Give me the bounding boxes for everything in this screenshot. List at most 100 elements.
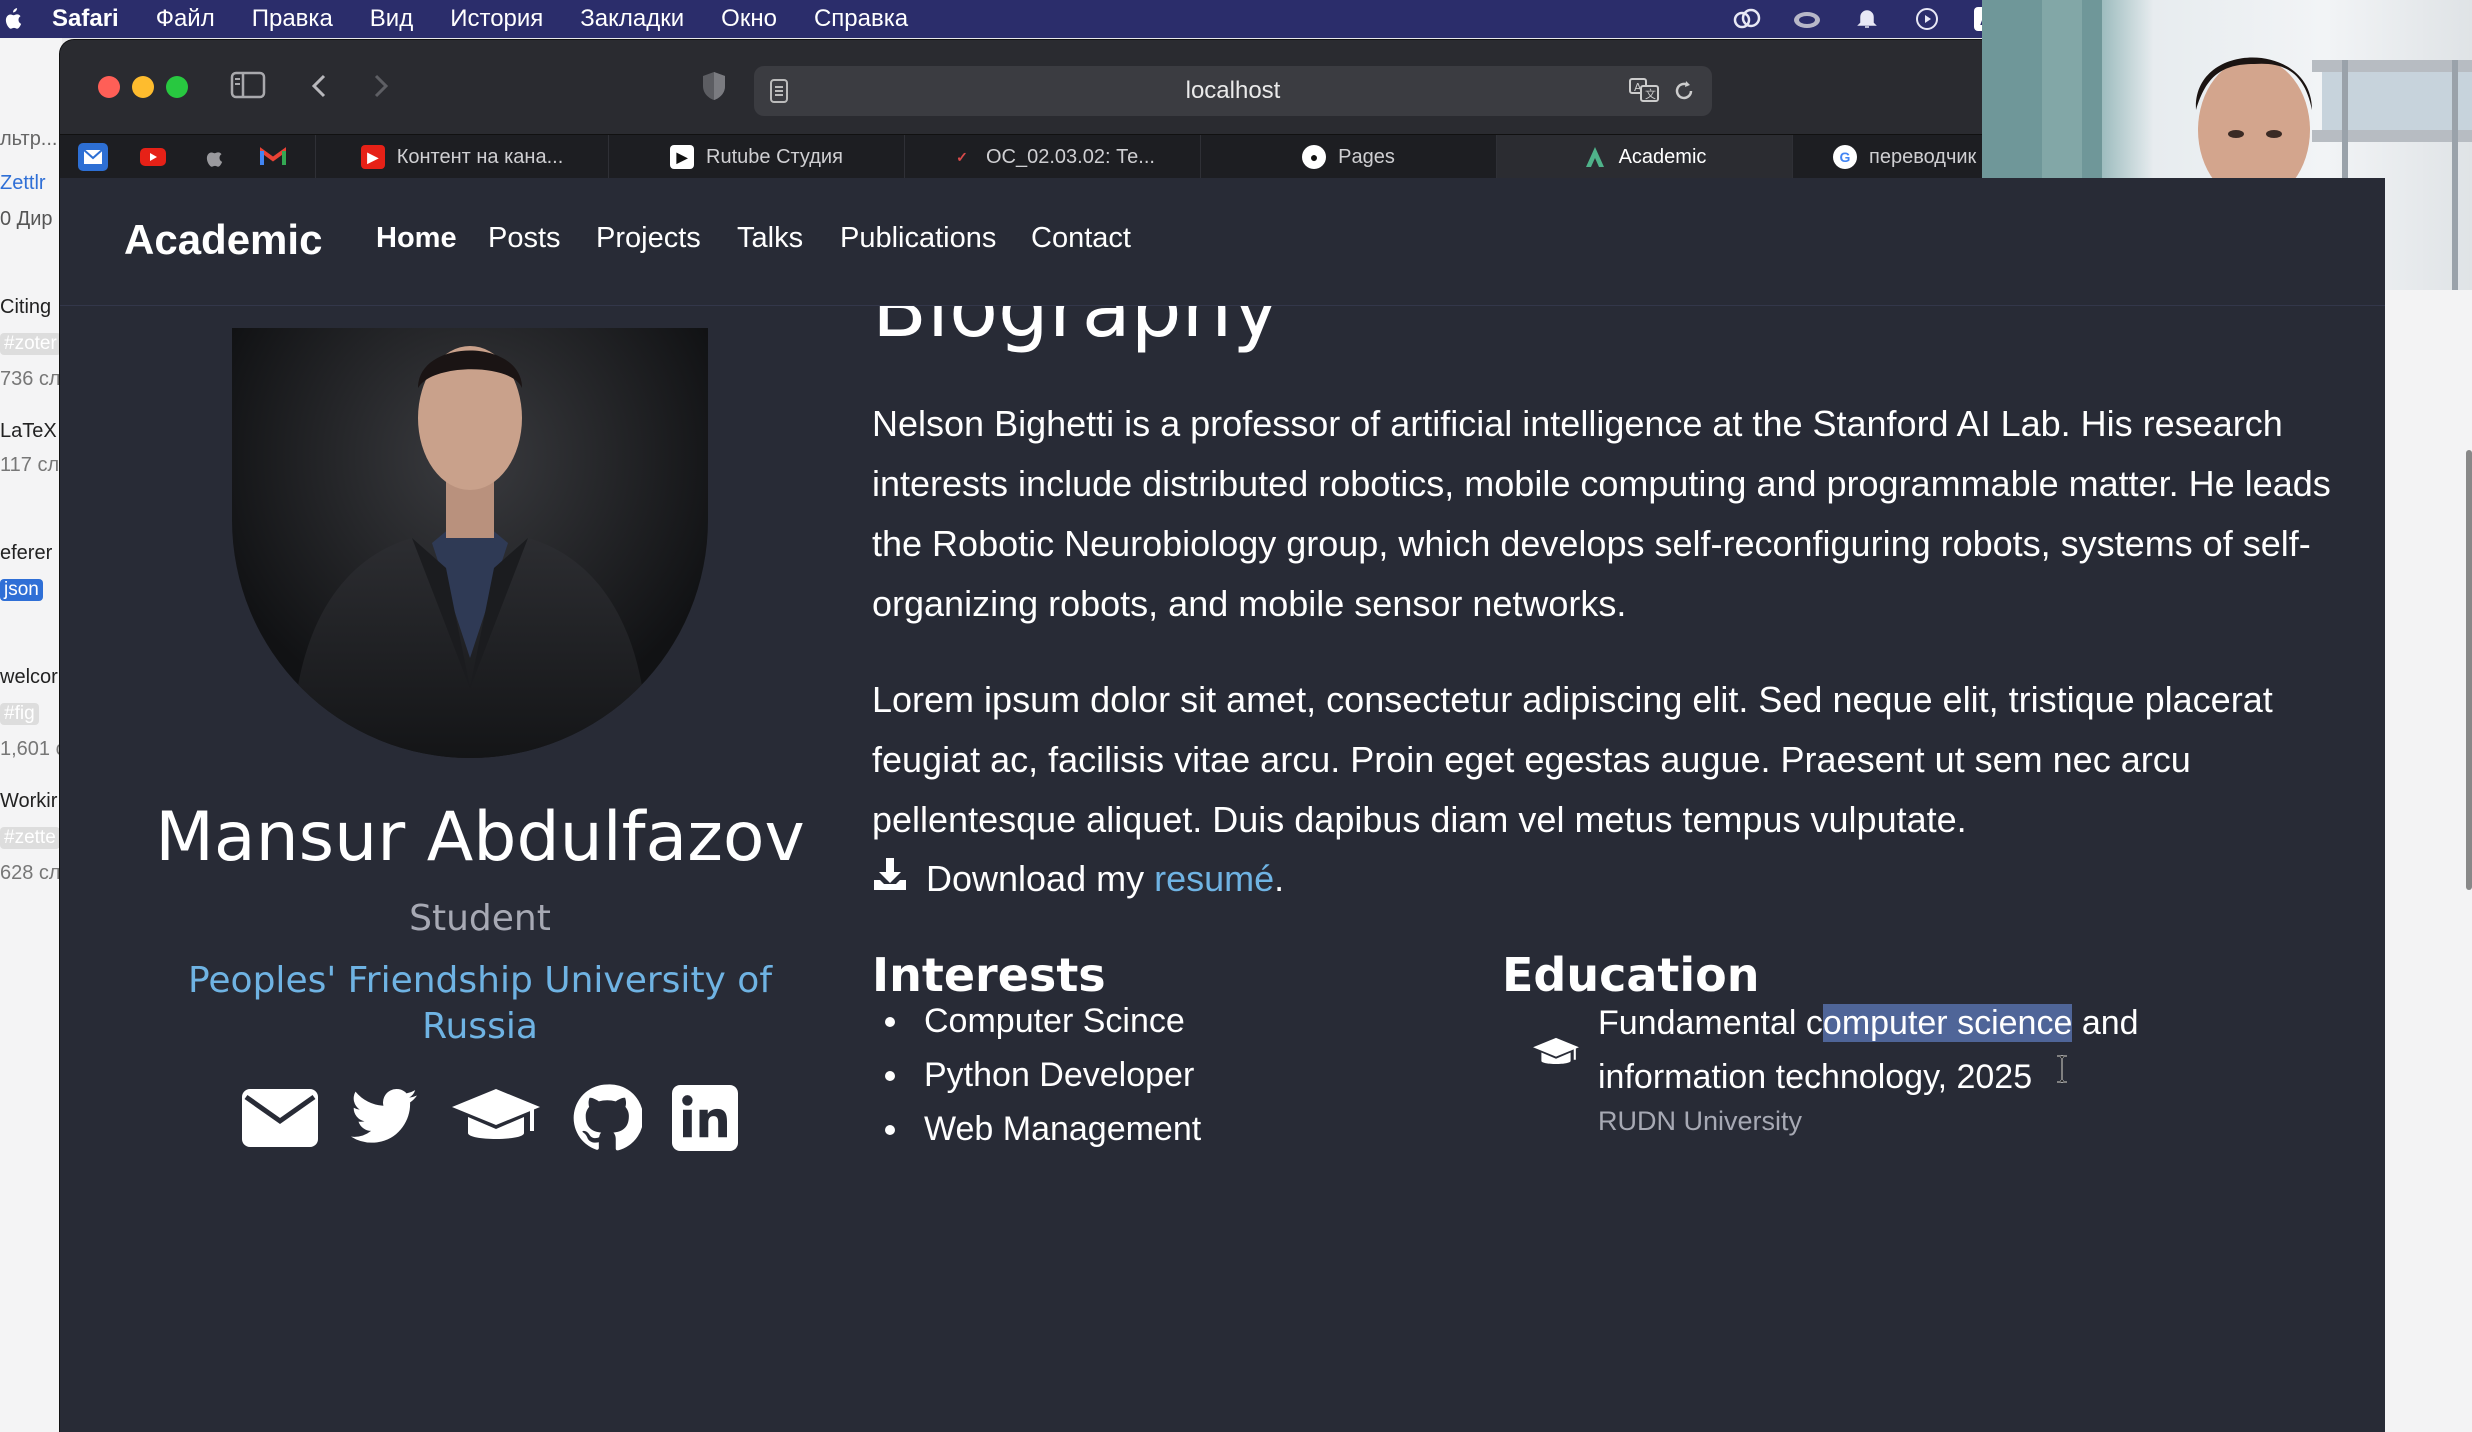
svg-text:A: A [1634, 81, 1642, 94]
menu-help[interactable]: Справка [814, 5, 908, 33]
status-tray: A [1732, 0, 2002, 38]
biography-paragraph: Nelson Bighetti is a professor of artifi… [872, 403, 2331, 624]
list-item: Web Management [912, 1102, 1201, 1156]
pinned-tab-gmail[interactable] [258, 143, 288, 171]
sidebar-toggle-icon[interactable] [230, 70, 266, 105]
menu-bookmarks[interactable]: Закладки [580, 5, 684, 33]
tab-label: Rutube Студия [706, 145, 843, 168]
nav-contact[interactable]: Contact [1031, 222, 1131, 255]
course-text: Fundamental c [1598, 1004, 1823, 1042]
biography-paragraph: Lorem ipsum dolor sit amet, consectetur … [872, 679, 2273, 840]
menu-app-name[interactable]: Safari [52, 5, 119, 33]
translate-icon[interactable]: A文 [1628, 76, 1660, 111]
tab-pages[interactable]: ● Pages [1200, 135, 1496, 179]
nav-home[interactable]: Home [376, 222, 457, 255]
gmail-icon [260, 147, 286, 165]
reader-icon[interactable] [768, 78, 790, 111]
zoom-window-button[interactable] [166, 76, 188, 98]
reload-icon[interactable] [1672, 78, 1696, 111]
list-item: Computer Scince [912, 994, 1201, 1048]
bg-item: льтр... [0, 128, 58, 150]
close-window-button[interactable] [98, 76, 120, 98]
bg-item: 117 сл [0, 454, 60, 476]
google-icon: G [1833, 145, 1857, 169]
profile-organization[interactable]: Peoples' Friendship University of Russia [160, 958, 800, 1050]
cloud-icon[interactable] [1792, 6, 1822, 32]
menu-edit[interactable]: Правка [252, 5, 333, 33]
envelope-icon[interactable] [242, 1089, 318, 1147]
bg-item: 1,601 с [0, 738, 62, 760]
play-icon[interactable] [1912, 6, 1942, 32]
tab-label: переводчик [1869, 145, 1977, 168]
bg-item: Citing [0, 296, 52, 318]
menu-file[interactable]: Файл [156, 5, 215, 33]
pinned-tab-mail[interactable] [78, 143, 108, 171]
site-navbar: Academic Home Posts Projects Talks Publi… [60, 178, 2385, 306]
tab-rutube[interactable]: ▶ Rutube Студия [608, 135, 904, 179]
address-bar[interactable]: localhost A文 [754, 66, 1712, 116]
download-icon [872, 856, 908, 901]
education-course: Fundamental computer science and informa… [1598, 996, 2218, 1104]
forward-icon[interactable] [368, 72, 392, 105]
bg-item: Zettlr [0, 172, 46, 194]
tab-label: Pages [1338, 145, 1395, 168]
back-icon[interactable] [308, 72, 332, 105]
tab-youtube-content[interactable]: ▶ Контент на кана... [315, 135, 608, 179]
menu-view[interactable]: Вид [370, 5, 413, 33]
nav-publications[interactable]: Publications [840, 222, 996, 255]
pinned-tab-youtube[interactable] [138, 143, 168, 171]
education-heading: Education [1502, 948, 1760, 1002]
pinned-tab-apple[interactable] [198, 143, 228, 171]
resume-link[interactable]: resumé [1154, 858, 1274, 899]
youtube-icon: ▶ [360, 145, 385, 169]
bg-tag: #fig [0, 703, 39, 725]
menu-window[interactable]: Окно [721, 5, 777, 33]
avatar [232, 328, 708, 758]
selected-text[interactable]: omputer science [1822, 1004, 2073, 1042]
tab-label: Academic [1618, 145, 1707, 168]
list-item: Python Developer [912, 1048, 1201, 1102]
tab-label: Контент на кана... [396, 145, 564, 168]
nav-projects[interactable]: Projects [596, 222, 701, 255]
minimize-window-button[interactable] [132, 76, 154, 98]
nav-posts[interactable]: Posts [488, 222, 561, 255]
creative-cloud-icon[interactable] [1732, 6, 1762, 32]
social-links [242, 1078, 738, 1158]
background-window-edge [2385, 290, 2472, 1432]
github-icon: ● [1302, 145, 1327, 169]
bg-item: 736 сл [0, 368, 61, 390]
notification-icon[interactable] [1852, 6, 1882, 32]
course-icon: ✓ [956, 148, 968, 165]
tab-label: ОС_02.03.02: Те... [986, 145, 1155, 168]
interests-list: Computer Scince Python Developer Web Man… [912, 994, 1201, 1156]
twitter-icon[interactable] [348, 1087, 420, 1149]
bg-item: welcor [0, 666, 58, 688]
text-cursor-icon [2054, 1054, 2070, 1089]
linkedin-icon[interactable] [672, 1085, 738, 1151]
svg-text:文: 文 [1645, 87, 1656, 101]
bg-item: Workir [0, 790, 58, 812]
site-brand[interactable]: Academic [124, 216, 322, 264]
bg-tag: #zette [0, 827, 60, 849]
tab-course[interactable]: ✓ ОС_02.03.02: Те... [904, 135, 1200, 179]
graduation-cap-icon[interactable] [450, 1087, 542, 1149]
profile-name: Mansur Abdulfazov [155, 798, 805, 877]
apple-menu-icon[interactable] [2, 7, 22, 31]
privacy-shield-icon[interactable] [700, 70, 728, 107]
bg-tag: #zoter [0, 333, 61, 355]
profile-role: Student [409, 898, 551, 939]
menu-history[interactable]: История [450, 5, 543, 33]
academic-icon [1583, 145, 1607, 169]
bg-item: LaTeX [0, 420, 57, 442]
download-prefix: Download my [926, 857, 1145, 899]
rutube-icon: ▶ [670, 145, 695, 169]
github-icon[interactable] [572, 1083, 642, 1153]
download-suffix: . [1274, 857, 1285, 899]
youtube-icon [140, 148, 166, 166]
nav-talks[interactable]: Talks [737, 222, 803, 255]
bg-item: 0 Дир [0, 208, 53, 230]
background-app-sidebar: льтр... Zettlr 0 Дир Citing #zoter 736 с… [0, 38, 62, 1432]
url-text: localhost [1185, 77, 1281, 104]
education-institution: RUDN University [1598, 1106, 1803, 1136]
tab-academic[interactable]: Academic [1496, 135, 1792, 179]
